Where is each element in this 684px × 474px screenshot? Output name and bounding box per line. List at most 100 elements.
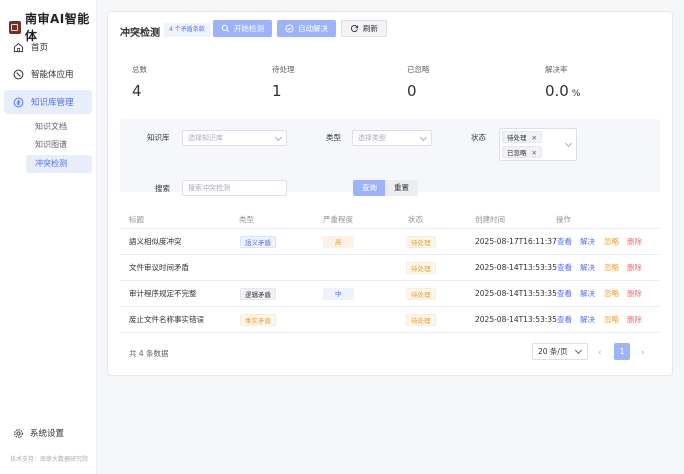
total-count: 共 4 条数据 [129,349,169,358]
status-tag-label: 已忽略 [507,149,527,157]
knowledge-base-label: 知识库 [147,133,170,142]
sidebar-item-settings[interactable]: 系统设置 [13,427,64,439]
check-circle-icon [285,24,294,33]
conflict-detection-card: 冲突检测 4 个矛盾条款 开始检测 自动解决 刷新 总数 4 待处理 1 已忽略… [107,11,673,376]
table-row: 語义相似度冲突 語义矛盾 高 待处理 2025-08-17T16:11:37 查… [120,229,660,255]
next-page-button[interactable]: › [641,348,645,358]
stat-value: 0 [407,82,417,100]
search-label: 搜索 [155,184,170,193]
column-header-severity: 严重程度 [323,215,353,224]
status-tag-pending[interactable]: 待处理 ✕ [502,131,542,143]
delete-link[interactable]: 删除 [627,255,642,281]
resolve-link[interactable]: 解决 [580,255,595,281]
sidebar-subitem-documents[interactable]: 知识文档 [26,118,92,136]
start-detection-label: 开始检测 [234,24,264,33]
row-title: 語义相似度冲突 [129,237,182,246]
query-button[interactable]: 查询 [353,180,386,196]
row-created-time: 2025-08-14T13:53:35 [475,315,557,324]
resolve-link[interactable]: 解决 [580,281,595,307]
conflict-count-badge: 4 个矛盾条款 [164,23,210,37]
status-label: 状态 [471,133,486,142]
view-link[interactable]: 查看 [557,229,572,255]
sidebar-item-label: 首页 [31,43,49,53]
search-icon [221,24,230,33]
footer-note: 技术支持：南审大数据研究院 [10,456,89,463]
sidebar-subitem-graph[interactable]: 知识图谱 [26,136,92,154]
page-title: 冲突检测 [120,28,160,39]
status-tag-ignored[interactable]: 已忽略 ✕ [502,146,542,158]
sidebar-item-label: 知识库管理 [31,98,74,108]
row-created-time: 2025-08-14T13:53:35 [475,263,557,272]
status-badge: 待处理 [406,288,436,300]
stat-ignored: 已忽略 0 [407,64,430,100]
view-link[interactable]: 查看 [557,255,572,281]
start-detection-button[interactable]: 开始检测 [213,20,272,37]
type-placeholder: 选择类型 [358,134,386,142]
delete-link[interactable]: 删除 [627,229,642,255]
severity-badge: 高 [323,236,354,248]
stat-label: 解决率 [545,65,568,74]
settings-label: 系统设置 [30,429,65,439]
close-icon[interactable]: ✕ [532,134,537,142]
close-icon[interactable]: ✕ [532,149,537,157]
ignore-link[interactable]: 忽略 [604,281,619,307]
column-header-title: 标题 [129,215,144,224]
type-badge: 事实矛盾 [240,314,276,326]
compass-icon [13,69,24,79]
ignore-link[interactable]: 忽略 [604,307,619,333]
row-title: 文件审议时间矛盾 [129,263,189,272]
page-number-current[interactable]: 1 [614,343,630,360]
row-created-time: 2025-08-14T13:53:35 [475,289,557,298]
type-label: 类型 [326,133,341,142]
view-link[interactable]: 查看 [557,307,572,333]
chevron-down-icon [574,346,583,355]
column-header-created: 创建时间 [475,215,505,224]
resolve-link[interactable]: 解决 [580,307,595,333]
refresh-button[interactable]: 刷新 [341,20,387,37]
sidebar-item-apps[interactable]: 智能体应用 [4,62,92,86]
row-created-time: 2025-08-17T16:11:37 [475,237,557,246]
sidebar-item-knowledge[interactable]: 知识库管理 [4,90,92,114]
page-size-select[interactable]: 20 条/页 [532,343,588,360]
search-input[interactable]: 搜索冲突检测 [182,180,287,196]
delete-link[interactable]: 删除 [627,281,642,307]
sidebar-item-label: 智能体应用 [31,70,74,80]
sidebar: 南审AI智能体 首页 智能体应用 知识库管理 知识文档 知识图谱 冲突检测 系统… [0,0,97,474]
ignore-link[interactable]: 忽略 [604,229,619,255]
table-row: 审计程序规定不完整 逻辑矛盾 中 待处理 2025-08-14T13:53:35… [120,281,660,307]
prev-page-button[interactable]: ‹ [598,348,602,358]
stat-value: 4 [132,82,142,100]
status-badge: 待处理 [406,236,436,248]
auto-resolve-button[interactable]: 自动解决 [277,20,336,37]
status-badge: 待处理 [406,314,436,326]
sidebar-item-home[interactable]: 首页 [4,35,92,59]
type-select[interactable]: 选择类型 [352,130,432,146]
chevron-down-icon [564,139,573,148]
knowledge-base-select[interactable]: 选择知识库 [182,130,287,146]
status-tag-label: 待处理 [507,134,527,142]
auto-resolve-label: 自动解决 [298,24,328,33]
type-badge: 逻辑矛盾 [240,288,276,300]
page-size-value: 20 条/页 [538,347,568,356]
database-icon [13,97,24,107]
row-title: 废止文件名称事实错误 [129,315,204,324]
gear-icon [14,428,23,438]
delete-link[interactable]: 删除 [627,307,642,333]
table-row: 废止文件名称事实错误 事实矛盾 待处理 2025-08-14T13:53:35 … [120,307,660,333]
stat-label: 待处理 [272,65,295,74]
stat-total: 总数 4 [132,64,147,100]
ignore-link[interactable]: 忽略 [604,255,619,281]
stat-number: 0.0 [545,82,569,100]
view-link[interactable]: 查看 [557,281,572,307]
resolve-link[interactable]: 解决 [580,229,595,255]
chevron-down-icon [274,133,283,142]
table-row: 文件审议时间矛盾 待处理 2025-08-14T13:53:35 查看 解决 忽… [120,255,660,281]
reset-button[interactable]: 重置 [385,180,418,196]
stat-value: 0.0% [545,82,580,100]
stat-label: 已忽略 [407,65,430,74]
severity-badge: 中 [323,288,354,300]
home-icon [13,42,24,52]
sidebar-subitem-conflicts[interactable]: 冲突检测 [26,155,92,173]
logo-icon [9,20,21,34]
stat-resolution-rate: 解决率 0.0% [545,64,580,100]
